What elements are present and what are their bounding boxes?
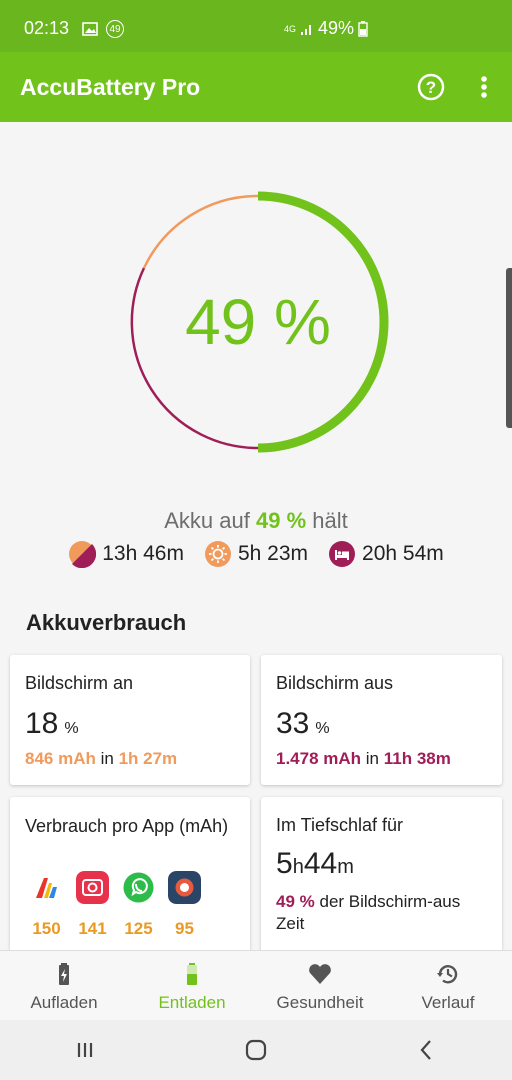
status-bar: 02:13 49 4G 49% — [0, 0, 512, 52]
home-icon[interactable] — [243, 1037, 269, 1063]
mixed-usage-icon — [69, 541, 97, 568]
app-title: AccuBattery Pro — [20, 74, 201, 100]
sleep-estimate: 20h 54m — [328, 540, 444, 568]
recent-apps-icon[interactable] — [72, 1037, 98, 1063]
deep-sleep-card[interactable]: Im Tiefschlaf für 5h44m 49 % der Bildsch… — [261, 797, 502, 952]
battery-percent: 49% — [318, 18, 355, 38]
heart-icon — [309, 964, 331, 984]
gauge-percent: 49 % — [185, 286, 331, 358]
app-bar: AccuBattery Pro ? — [0, 52, 512, 122]
whatsapp-icon — [123, 872, 154, 903]
section-title: Akkuverbrauch — [26, 610, 187, 635]
app-item[interactable]: 95 — [168, 871, 201, 939]
battery-charging-icon — [59, 963, 69, 985]
signal-icon — [301, 24, 312, 35]
help-icon[interactable]: ? — [416, 72, 446, 102]
tab-gesundheit[interactable]: Gesundheit — [256, 951, 384, 1020]
battery-icon — [358, 20, 368, 37]
network-type-icon: 4G — [284, 23, 297, 34]
notification-count-icon: 49 — [106, 20, 124, 38]
bed-icon — [329, 541, 356, 567]
bottom-nav: Aufladen Entladen Gesundheit Verlauf — [0, 950, 512, 1020]
holds-summary: Akku auf 49 % hält — [164, 508, 348, 533]
app-item[interactable]: 141 — [76, 871, 109, 939]
sun-icon — [204, 541, 231, 567]
camera-app-icon — [76, 871, 109, 904]
app-d-icon — [168, 871, 201, 904]
tab-entladen[interactable]: Entladen — [128, 951, 256, 1020]
app-item[interactable]: 150 — [30, 871, 63, 939]
back-icon[interactable] — [414, 1037, 440, 1063]
scroll-handle[interactable] — [506, 268, 512, 428]
screen-off-card[interactable]: Bildschirm aus 33% 1.478 mAh in 11h 38m — [261, 655, 502, 785]
svg-text:?: ? — [426, 78, 436, 97]
per-app-card[interactable]: Verbrauch pro App (mAh) 150 141 125 95 — [10, 797, 250, 952]
screen-on-estimate: 5h 23m — [204, 540, 308, 568]
mixed-usage-estimate: 13h 46m — [68, 540, 184, 568]
more-options-icon[interactable] — [470, 72, 498, 102]
app-a-icon — [30, 871, 63, 904]
screen-on-card[interactable]: Bildschirm an 18% 846 mAh in 1h 27m — [10, 655, 250, 785]
battery-discharging-icon — [187, 963, 197, 985]
tab-verlauf[interactable]: Verlauf — [384, 951, 512, 1020]
app-item[interactable]: 125 — [122, 871, 155, 939]
image-icon — [82, 22, 98, 36]
holds-row: 13h 46m 5h 23m 20h 54m — [0, 540, 512, 568]
tab-aufladen[interactable]: Aufladen — [0, 951, 128, 1020]
history-icon — [437, 965, 458, 984]
system-nav-bar — [0, 1020, 512, 1080]
status-time: 02:13 — [24, 18, 70, 38]
